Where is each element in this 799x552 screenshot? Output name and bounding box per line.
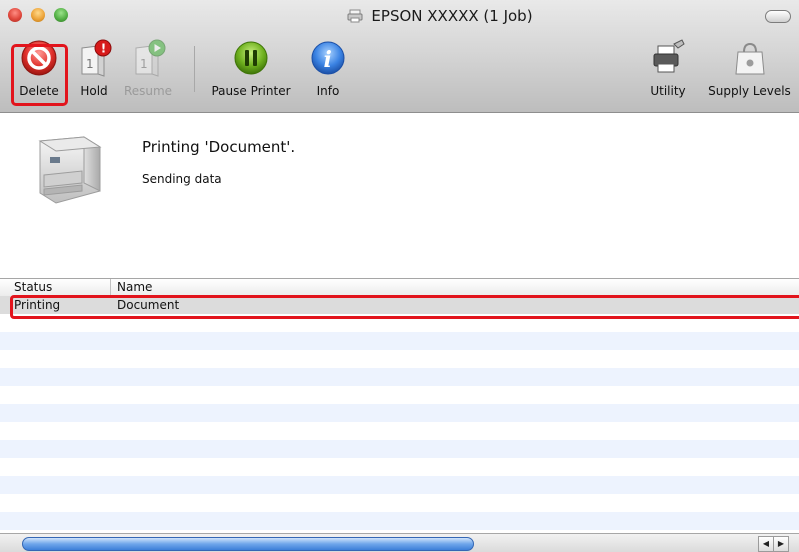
empty-row bbox=[0, 476, 799, 494]
printer-status-panel: Printing 'Document'. Sending data bbox=[0, 113, 799, 277]
hold-icon: 1 ! bbox=[81, 39, 112, 77]
empty-row bbox=[0, 458, 799, 476]
scroll-right-arrow-icon[interactable]: ▶ bbox=[773, 536, 789, 552]
utility-button[interactable]: Utility bbox=[641, 36, 695, 106]
resume-label: Resume bbox=[123, 84, 173, 98]
empty-row bbox=[0, 404, 799, 422]
column-divider[interactable] bbox=[110, 279, 111, 296]
toolbar-divider bbox=[194, 46, 195, 92]
name-column-header[interactable]: Name bbox=[117, 280, 152, 294]
job-list: Printing Document bbox=[0, 296, 799, 532]
printer-icon bbox=[38, 136, 102, 204]
toolbar-toggle-button[interactable] bbox=[765, 10, 791, 23]
empty-row bbox=[0, 494, 799, 512]
empty-row bbox=[0, 386, 799, 404]
svg-text:!: ! bbox=[101, 42, 106, 56]
supply-bag-icon bbox=[734, 42, 765, 75]
empty-row bbox=[0, 332, 799, 350]
pause-printer-label: Pause Printer bbox=[211, 84, 291, 98]
utility-icon bbox=[653, 39, 685, 73]
hold-label: Hold bbox=[80, 84, 108, 98]
window-title-group: EPSON XXXXX (1 Job) bbox=[290, 5, 590, 27]
svg-text:1: 1 bbox=[140, 57, 148, 71]
printer-small-icon bbox=[347, 9, 363, 23]
print-queue-window: EPSON XXXXX (1 Job) Delete 1 ! Hold 1 Re… bbox=[0, 0, 799, 552]
horizontal-scrollbar[interactable]: ◀ ▶ bbox=[0, 533, 799, 552]
pause-printer-button[interactable]: Pause Printer bbox=[205, 36, 297, 106]
empty-row bbox=[0, 350, 799, 368]
info-icon: i bbox=[311, 41, 345, 75]
info-label: Info bbox=[316, 84, 340, 98]
job-status-title: Printing 'Document'. bbox=[142, 138, 296, 156]
hold-button[interactable]: 1 ! Hold bbox=[70, 36, 118, 106]
job-status-subtitle: Sending data bbox=[142, 172, 222, 186]
empty-row bbox=[0, 422, 799, 440]
scroll-thumb[interactable] bbox=[22, 537, 474, 551]
job-row-highlight-frame bbox=[10, 295, 799, 319]
info-button[interactable]: i Info bbox=[303, 36, 353, 106]
zoom-window-button[interactable] bbox=[54, 8, 68, 22]
resume-icon: 1 bbox=[135, 39, 166, 77]
empty-row bbox=[0, 368, 799, 386]
svg-text:1: 1 bbox=[86, 57, 94, 71]
scroll-left-arrow-icon[interactable]: ◀ bbox=[758, 536, 774, 552]
svg-text:i: i bbox=[324, 47, 332, 73]
supply-levels-button[interactable]: Supply Levels bbox=[700, 36, 799, 106]
pause-icon bbox=[234, 41, 268, 75]
supply-levels-label: Supply Levels bbox=[708, 84, 791, 98]
utility-label: Utility bbox=[650, 84, 686, 98]
close-window-button[interactable] bbox=[8, 8, 22, 22]
delete-highlight-frame bbox=[11, 44, 68, 106]
empty-row bbox=[0, 512, 799, 530]
title-toolbar-area: EPSON XXXXX (1 Job) Delete 1 ! Hold 1 Re… bbox=[0, 0, 799, 113]
status-column-header[interactable]: Status bbox=[14, 280, 52, 294]
window-title: EPSON XXXXX (1 Job) bbox=[371, 7, 533, 25]
minimize-window-button[interactable] bbox=[31, 8, 45, 22]
resume-button[interactable]: 1 Resume bbox=[118, 36, 178, 106]
empty-row bbox=[0, 440, 799, 458]
